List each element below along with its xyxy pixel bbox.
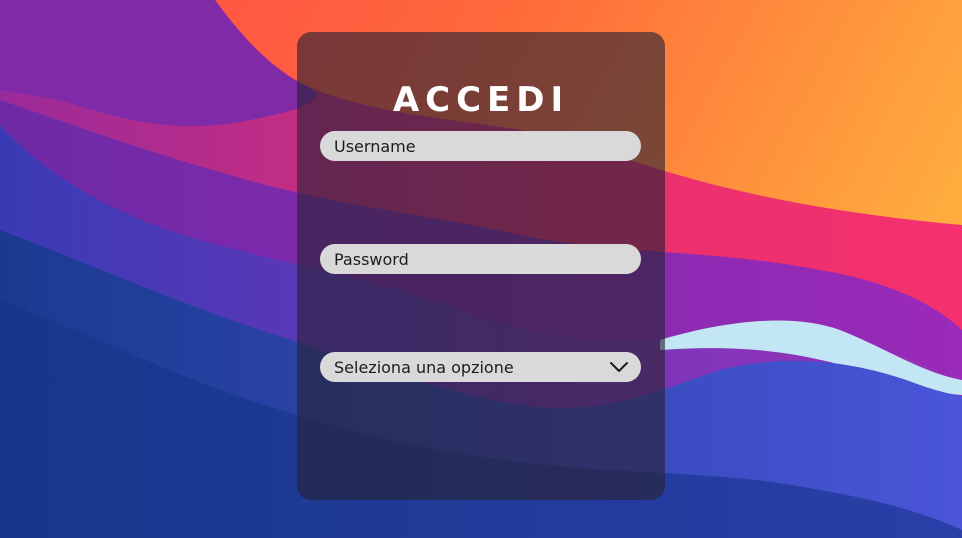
username-field-wrapper xyxy=(320,131,641,161)
page-title: ACCEDI xyxy=(392,80,570,120)
chevron-down-icon xyxy=(610,362,628,372)
password-input[interactable] xyxy=(320,244,641,274)
login-screen: ACCEDI Seleziona una opzione xyxy=(0,0,962,538)
select-value: Seleziona una opzione xyxy=(334,357,514,377)
option-select[interactable]: Seleziona una opzione xyxy=(320,352,641,382)
password-field-wrapper xyxy=(320,244,641,274)
username-input[interactable] xyxy=(320,131,641,161)
login-card: ACCEDI Seleziona una opzione xyxy=(297,32,665,500)
